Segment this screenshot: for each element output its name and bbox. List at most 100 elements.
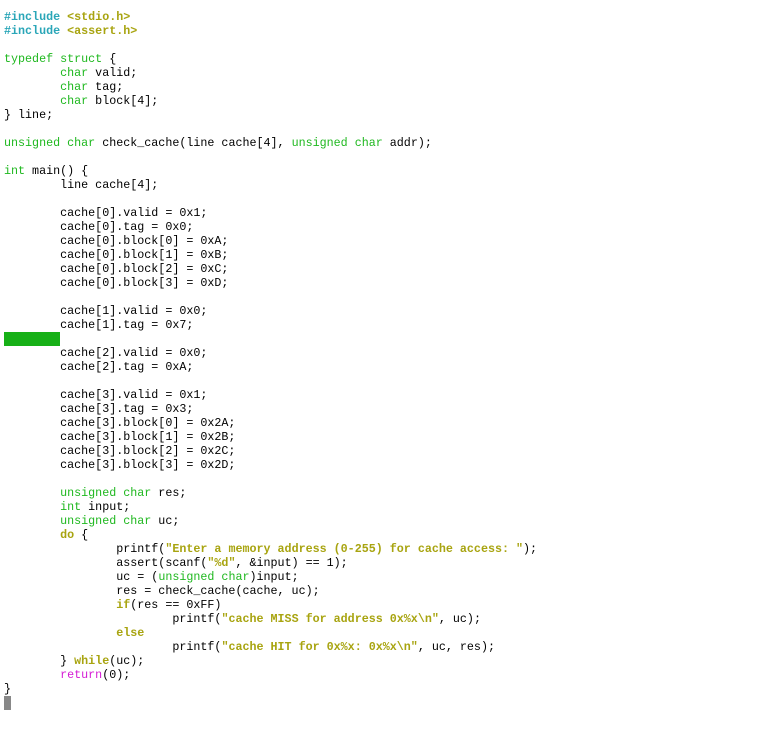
code-token: tag;	[88, 80, 124, 94]
preprocessor-token: #include	[4, 24, 68, 38]
type-token: typedef struct	[4, 52, 103, 66]
code-token: {	[102, 52, 117, 66]
code-line[interactable]	[4, 696, 537, 710]
type-token: unsigned char	[60, 514, 152, 528]
code-line[interactable]: char tag;	[4, 80, 537, 94]
code-line[interactable]: typedef struct {	[4, 52, 537, 66]
code-line[interactable]: cache[0].block[0] = 0xA;	[4, 234, 537, 248]
code-token: check_cache(line cache[4],	[95, 136, 292, 150]
keyword-token: if	[116, 598, 131, 612]
selection-highlight	[4, 332, 60, 346]
code-token: cache[2].valid = 0x0;	[4, 346, 208, 360]
code-line[interactable]: cache[3].block[2] = 0x2C;	[4, 444, 537, 458]
code-token: cache[3].block[1] = 0x2B;	[4, 430, 236, 444]
code-line[interactable]: return(0);	[4, 668, 537, 682]
code-token: uc;	[151, 514, 180, 528]
code-token: cache[3].tag = 0x3;	[4, 402, 194, 416]
code-token: (res == 0xFF)	[130, 598, 222, 612]
code-line[interactable]: cache[1].tag = 0x7;	[4, 318, 537, 332]
code-token: cache[0].valid = 0x1;	[4, 206, 208, 220]
type-token: int	[4, 164, 26, 178]
code-line[interactable]: cache[3].block[1] = 0x2B;	[4, 430, 537, 444]
code-token: cache[0].block[0] = 0xA;	[4, 234, 229, 248]
code-line[interactable]: int input;	[4, 500, 537, 514]
code-line[interactable]	[4, 374, 537, 388]
code-line[interactable]: char block[4];	[4, 94, 537, 108]
code-token: assert(scanf(	[4, 556, 208, 570]
code-token: uc = (	[4, 570, 159, 584]
code-token: cache[1].valid = 0x0;	[4, 304, 208, 318]
code-line[interactable]: #include <stdio.h>	[4, 10, 537, 24]
string-token: "cache MISS for address 0x%x\n"	[221, 612, 439, 626]
code-line[interactable]	[4, 150, 537, 164]
code-line[interactable]: } line;	[4, 108, 537, 122]
code-line[interactable]: int main() {	[4, 164, 537, 178]
code-token: input;	[81, 500, 131, 514]
code-line[interactable]: unsigned char res;	[4, 486, 537, 500]
code-editor[interactable]: #include <stdio.h> #include <assert.h> typ…	[4, 10, 537, 710]
code-line[interactable]: }	[4, 682, 537, 696]
code-line[interactable]	[4, 122, 537, 136]
code-line[interactable]: cache[0].block[3] = 0xD;	[4, 276, 537, 290]
code-token: , uc, res);	[417, 640, 495, 654]
keyword-token: do	[60, 528, 75, 542]
type-token: unsigned char	[158, 570, 250, 584]
code-token: printf(	[4, 612, 222, 626]
code-line[interactable]: cache[3].block[3] = 0x2D;	[4, 458, 537, 472]
code-line[interactable]: printf("cache HIT for 0x%x: 0x%x\n", uc,…	[4, 640, 537, 654]
code-line[interactable]: cache[3].tag = 0x3;	[4, 402, 537, 416]
code-token: printf(	[4, 640, 222, 654]
code-line[interactable]	[4, 192, 537, 206]
code-line[interactable]: assert(scanf("%d", &input) == 1);	[4, 556, 537, 570]
code-token: cache[0].block[3] = 0xD;	[4, 276, 229, 290]
code-line[interactable]: printf("cache MISS for address 0x%x\n", …	[4, 612, 537, 626]
code-line[interactable]: line cache[4];	[4, 178, 537, 192]
code-line[interactable]: } while(uc);	[4, 654, 537, 668]
type-token: unsigned char	[4, 136, 96, 150]
code-line[interactable]	[4, 38, 537, 52]
code-token: cache[3].block[3] = 0x2D;	[4, 458, 236, 472]
type-token: unsigned char	[291, 136, 383, 150]
code-line[interactable]: cache[2].valid = 0x0;	[4, 346, 537, 360]
code-line[interactable]: if(res == 0xFF)	[4, 598, 537, 612]
string-token: "%d"	[207, 556, 236, 570]
text-cursor	[4, 696, 11, 710]
code-line[interactable]: unsigned char uc;	[4, 514, 537, 528]
code-line[interactable]: uc = (unsigned char)input;	[4, 570, 537, 584]
code-token: }	[4, 682, 12, 696]
code-token: , &input) == 1);	[235, 556, 348, 570]
code-line[interactable]	[4, 290, 537, 304]
code-line[interactable]: cache[0].tag = 0x0;	[4, 220, 537, 234]
code-line[interactable]: res = check_cache(cache, uc);	[4, 584, 537, 598]
code-line[interactable]	[4, 332, 537, 346]
preprocessor-token: #include	[4, 10, 68, 24]
code-line[interactable]: cache[2].tag = 0xA;	[4, 360, 537, 374]
code-line[interactable]: unsigned char check_cache(line cache[4],…	[4, 136, 537, 150]
code-token: );	[523, 542, 538, 556]
type-token: char	[60, 94, 89, 108]
code-token: main() {	[25, 164, 89, 178]
code-line[interactable]: do {	[4, 528, 537, 542]
code-line[interactable]: cache[0].block[1] = 0xB;	[4, 248, 537, 262]
code-token: cache[0].tag = 0x0;	[4, 220, 194, 234]
code-token: cache[1].tag = 0x7;	[4, 318, 194, 332]
code-line[interactable]: #include <assert.h>	[4, 24, 537, 38]
code-line[interactable]: cache[0].valid = 0x1;	[4, 206, 537, 220]
code-line[interactable]: cache[3].valid = 0x1;	[4, 388, 537, 402]
code-line[interactable]: cache[1].valid = 0x0;	[4, 304, 537, 318]
code-line[interactable]: cache[3].block[0] = 0x2A;	[4, 416, 537, 430]
code-line[interactable]: char valid;	[4, 66, 537, 80]
string-token: <stdio.h>	[67, 10, 131, 24]
code-token: cache[3].block[0] = 0x2A;	[4, 416, 236, 430]
code-token: block[4];	[88, 94, 159, 108]
code-line[interactable]	[4, 472, 537, 486]
code-token: {	[74, 528, 89, 542]
type-token: int	[60, 500, 82, 514]
code-line[interactable]: else	[4, 626, 537, 640]
type-token: unsigned char	[60, 486, 152, 500]
code-line[interactable]: printf("Enter a memory address (0-255) f…	[4, 542, 537, 556]
code-line[interactable]: cache[0].block[2] = 0xC;	[4, 262, 537, 276]
